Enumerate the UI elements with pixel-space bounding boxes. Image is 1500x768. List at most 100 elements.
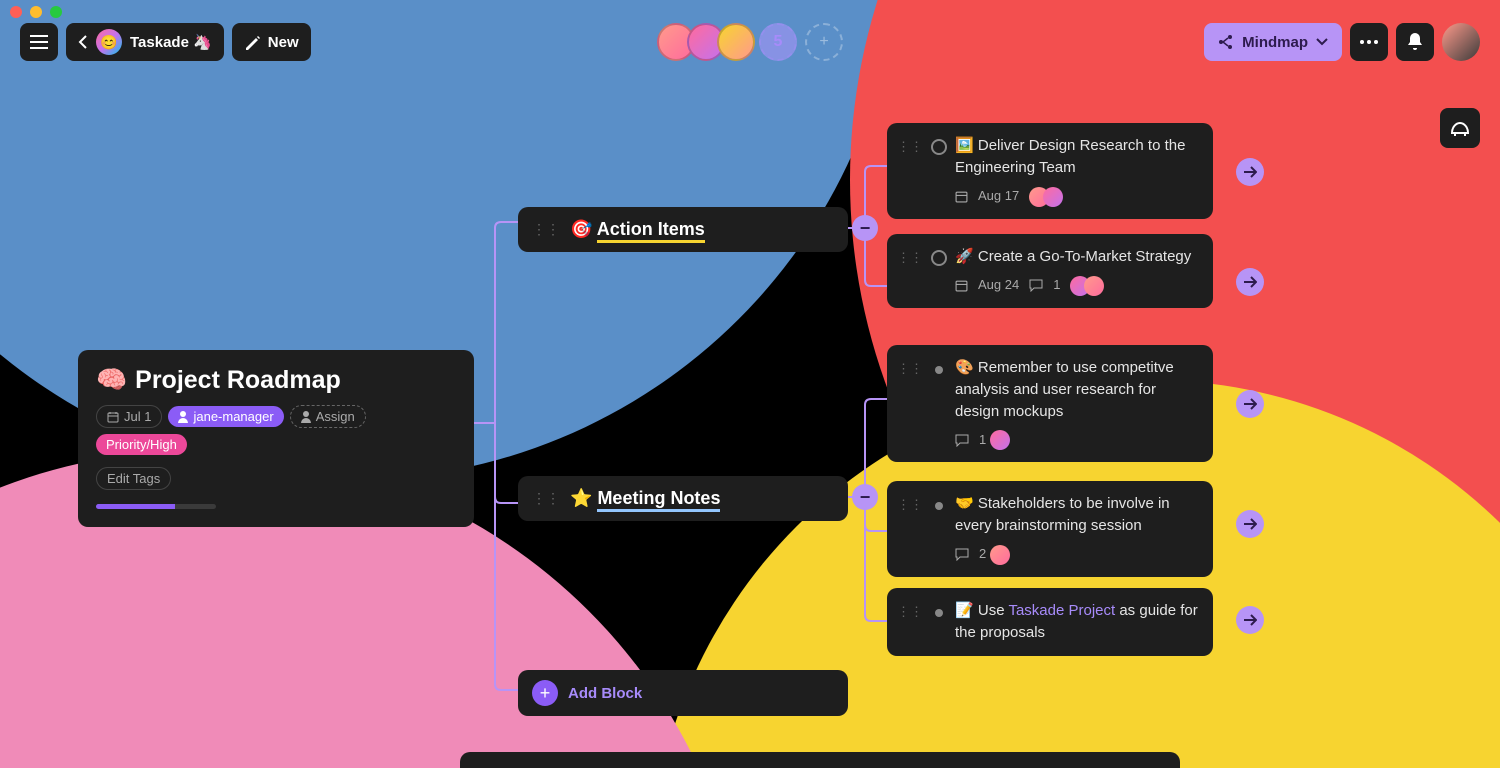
comment-count: 1 — [1053, 276, 1060, 295]
date-pill[interactable]: Jul 1 — [96, 405, 162, 428]
expand-arrow-button[interactable] — [1236, 606, 1264, 634]
chevron-down-icon — [1316, 38, 1328, 46]
add-block-button[interactable]: + Add Block — [518, 670, 848, 716]
close-window-icon[interactable] — [10, 6, 22, 18]
new-label: New — [268, 34, 299, 51]
mini-avatar — [1043, 187, 1063, 207]
leaf-date: Aug 24 — [978, 276, 1019, 295]
window-traffic-lights — [10, 6, 62, 18]
mindmap-icon — [1218, 34, 1234, 50]
avatar-overflow-count[interactable]: 5 — [759, 23, 797, 61]
calendar-icon — [107, 411, 119, 423]
hamburger-icon — [30, 35, 48, 49]
drag-handle-icon[interactable]: ⋮⋮ — [532, 221, 560, 238]
minimize-window-icon[interactable] — [30, 6, 42, 18]
mini-avatar — [1084, 276, 1104, 296]
branch-title: Action Items — [597, 219, 705, 243]
progress-bar — [96, 504, 216, 509]
calendar-icon — [955, 279, 968, 292]
branch-node-meeting-notes[interactable]: ⋮⋮ ⭐ Meeting Notes — [518, 476, 848, 521]
memo-icon: 📝 — [955, 602, 974, 619]
root-node[interactable]: 🧠 Project Roadmap Jul 1 jane-manager Ass… — [78, 350, 474, 527]
maximize-window-icon[interactable] — [50, 6, 62, 18]
owner-pill[interactable]: jane-manager — [168, 406, 283, 427]
top-bar: 😊 Taskade 🦄 New 5 + Mindmap — [0, 22, 1500, 62]
brain-icon: 🧠 — [96, 366, 127, 395]
arrow-right-icon — [1243, 518, 1257, 530]
picture-icon: 🖼️ — [955, 137, 974, 154]
bullet-icon — [931, 600, 947, 644]
plus-icon: + — [532, 680, 558, 706]
drag-handle-icon[interactable]: ⋮⋮ — [532, 490, 560, 507]
helmet-icon — [1450, 119, 1470, 137]
person-icon — [178, 411, 188, 423]
collaborator-avatars: 5 + — [657, 23, 843, 61]
breadcrumb-app[interactable]: 😊 Taskade 🦄 — [66, 23, 224, 61]
drag-handle-icon[interactable]: ⋮⋮ — [897, 246, 923, 296]
root-title: Project Roadmap — [135, 366, 341, 395]
calendar-icon — [955, 190, 968, 203]
comment-icon — [955, 434, 969, 447]
leaf-node[interactable]: ⋮⋮ 🎨 Remember to use competitve analysis… — [887, 345, 1213, 462]
leaf-text: Deliver Design Research to the Engineeri… — [955, 137, 1185, 176]
back-chevron-icon — [78, 35, 88, 49]
checkbox-circle[interactable] — [931, 135, 947, 207]
offscreen-card-hint — [460, 752, 1180, 768]
leaf-node[interactable]: ⋮⋮ 🚀 Create a Go-To-Market Strategy Aug … — [887, 234, 1213, 308]
drag-handle-icon[interactable]: ⋮⋮ — [897, 493, 923, 565]
new-button[interactable]: New — [232, 23, 311, 61]
handshake-icon: 🤝 — [955, 495, 974, 512]
bullet-icon — [931, 493, 947, 565]
arrow-right-icon — [1243, 166, 1257, 178]
leaf-node[interactable]: ⋮⋮ 📝 Use Taskade Project as guide for th… — [887, 588, 1213, 656]
comment-icon — [1029, 279, 1043, 292]
collapse-toggle[interactable]: − — [852, 484, 878, 510]
drag-handle-icon[interactable]: ⋮⋮ — [897, 357, 923, 450]
drag-handle-icon[interactable]: ⋮⋮ — [897, 135, 923, 207]
avatar[interactable] — [717, 23, 755, 61]
leaf-node[interactable]: ⋮⋮ 🖼️ Deliver Design Research to the Eng… — [887, 123, 1213, 219]
leaf-node[interactable]: ⋮⋮ 🤝 Stakeholders to be involve in every… — [887, 481, 1213, 577]
leaf-text-prefix: Use — [978, 602, 1009, 619]
leaf-text: Stakeholders to be involve in every brai… — [955, 495, 1170, 534]
bell-icon — [1407, 33, 1423, 51]
more-button[interactable] — [1350, 23, 1388, 61]
leaf-date: Aug 17 — [978, 187, 1019, 206]
add-collaborator-button[interactable]: + — [805, 23, 843, 61]
target-icon: 🎯 — [570, 219, 592, 239]
checkbox-circle[interactable] — [931, 246, 947, 296]
user-avatar[interactable] — [1442, 23, 1480, 61]
app-name: Taskade 🦄 — [130, 33, 212, 51]
mini-avatar — [990, 545, 1010, 565]
leaf-link[interactable]: Taskade Project — [1008, 602, 1115, 619]
expand-arrow-button[interactable] — [1236, 268, 1264, 296]
assign-pill[interactable]: Assign — [290, 405, 366, 428]
menu-button[interactable] — [20, 23, 58, 61]
leaf-text: Remember to use competitve analysis and … — [955, 359, 1174, 420]
help-button[interactable] — [1440, 108, 1480, 148]
expand-arrow-button[interactable] — [1236, 390, 1264, 418]
notifications-button[interactable] — [1396, 23, 1434, 61]
priority-pill[interactable]: Priority/High — [96, 434, 187, 455]
comment-icon — [955, 548, 969, 561]
dots-icon — [1360, 40, 1378, 44]
app-logo-icon: 😊 — [96, 29, 122, 55]
expand-arrow-button[interactable] — [1236, 158, 1264, 186]
arrow-right-icon — [1243, 614, 1257, 626]
edit-tags-pill[interactable]: Edit Tags — [96, 467, 171, 490]
view-switcher[interactable]: Mindmap — [1204, 23, 1342, 61]
view-label: Mindmap — [1242, 34, 1308, 51]
drag-handle-icon[interactable]: ⋮⋮ — [897, 600, 923, 644]
mini-avatar — [990, 430, 1010, 450]
palette-icon: 🎨 — [955, 359, 974, 376]
bullet-icon — [931, 357, 947, 450]
comment-count: 1 — [979, 431, 986, 450]
collapse-toggle[interactable]: − — [852, 215, 878, 241]
expand-arrow-button[interactable] — [1236, 510, 1264, 538]
add-block-label: Add Block — [568, 685, 642, 702]
arrow-right-icon — [1243, 276, 1257, 288]
arrow-right-icon — [1243, 398, 1257, 410]
rocket-icon: 🚀 — [955, 248, 974, 265]
leaf-text: Create a Go-To-Market Strategy — [978, 248, 1191, 265]
branch-node-action-items[interactable]: ⋮⋮ 🎯 Action Items — [518, 207, 848, 252]
